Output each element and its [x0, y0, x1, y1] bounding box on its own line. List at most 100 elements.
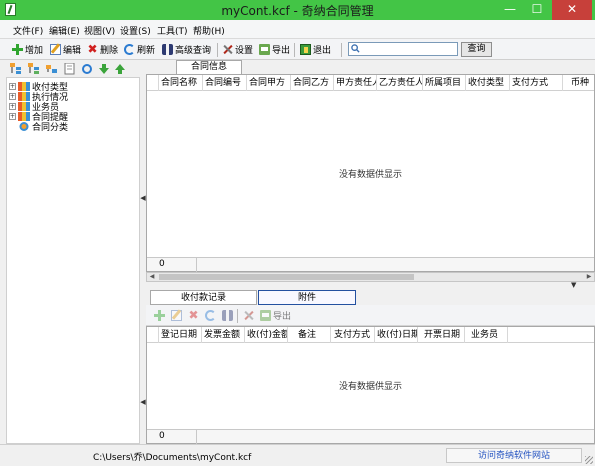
export-icon — [259, 44, 270, 55]
column-header[interactable]: 收(付)日期 — [375, 327, 418, 343]
column-header[interactable]: 发票金额 — [202, 327, 245, 343]
toolbar-separator — [237, 309, 238, 323]
settings-button[interactable]: 设置 — [222, 42, 253, 57]
tab-attachments[interactable]: 附件 — [258, 290, 356, 305]
column-header[interactable]: 收(付)金额 — [245, 327, 288, 343]
refresh-tree-icon[interactable] — [81, 63, 93, 75]
search-button[interactable]: 查询 — [461, 42, 492, 57]
edit-button[interactable]: 编辑 — [50, 42, 81, 57]
menu-help[interactable]: 帮助(H) — [193, 24, 225, 37]
edit-icon — [50, 44, 61, 55]
refresh-record-icon[interactable] — [205, 310, 216, 321]
settings-label: 设置 — [235, 46, 254, 56]
menu-edit[interactable]: 编辑(E) — [49, 24, 80, 37]
advanced-search-button[interactable]: 高级查询 — [162, 42, 211, 57]
column-header[interactable]: 登记日期 — [159, 327, 202, 343]
tree-item-category[interactable]: 合同分类 — [9, 121, 69, 133]
grid-header: 登记日期 发票金额 收(付)金额 备注 支付方式 收(付)日期 开票日期 业务员 — [147, 327, 594, 343]
column-header[interactable]: 支付方式 — [331, 327, 375, 343]
add-button[interactable]: 增加 — [12, 42, 43, 57]
delete-record-icon[interactable]: ✖ — [188, 309, 199, 321]
menu-settings[interactable]: 设置(S) — [120, 24, 151, 37]
collapse-down-icon[interactable]: ▼ — [571, 281, 576, 289]
menu-tools[interactable]: 工具(T) — [157, 24, 188, 37]
search-record-icon[interactable] — [222, 310, 233, 321]
minimize-button[interactable]: — — [497, 0, 523, 20]
scroll-left-icon[interactable]: ◀ — [147, 273, 157, 281]
tree-item-label: 合同分类 — [32, 122, 69, 133]
column-header[interactable]: 所属项目 — [423, 75, 466, 91]
toolbar-separator — [217, 43, 218, 57]
menu-view[interactable]: 视图(V) — [84, 24, 115, 37]
grid-header: 合同名称 合同编号 合同甲方 合同乙方 甲方责任人 乙方责任人 所属项目 收付类… — [147, 75, 594, 91]
tab-contract-info[interactable]: 合同信息 — [176, 60, 242, 74]
column-header[interactable]: 合同乙方 — [291, 75, 334, 91]
exit-button[interactable]: 退出 — [300, 42, 331, 57]
column-header[interactable]: 合同甲方 — [247, 75, 291, 91]
expand-all-icon[interactable] — [10, 63, 22, 75]
refresh-icon — [124, 44, 135, 55]
detail-toolbar: ✖ 导出 — [146, 305, 595, 326]
record-count: 0 — [147, 258, 197, 272]
edit-record-icon[interactable] — [171, 310, 182, 321]
plus-icon — [12, 44, 23, 55]
expand-icon[interactable]: + — [9, 102, 16, 110]
file-path: C:\Users\乔\Documents\myCont.kcf — [93, 453, 252, 463]
column-header[interactable]: 开票日期 — [418, 327, 465, 343]
close-button[interactable]: ✕ — [552, 0, 592, 20]
refresh-label: 刷新 — [137, 46, 156, 56]
export-record-label: 导出 — [273, 312, 292, 322]
visit-website-link[interactable]: 访问奇纳软件网站 — [446, 448, 582, 463]
resize-grip-icon[interactable] — [585, 456, 593, 464]
column-header[interactable]: 业务员 — [465, 327, 508, 343]
expand-icon[interactable]: + — [9, 82, 16, 90]
column-header[interactable]: 甲方责任人 — [334, 75, 377, 91]
export-record-button[interactable]: 导出 — [260, 308, 291, 323]
title-bar: myCont.kcf - 奇纳合同管理 — ☐ ✕ — [0, 0, 595, 20]
search-field[interactable] — [348, 42, 458, 56]
add-record-icon[interactable] — [154, 310, 165, 321]
scroll-thumb[interactable] — [159, 274, 414, 280]
category-icon — [19, 121, 29, 131]
exit-icon — [300, 44, 311, 55]
delete-button[interactable]: ✖ 删除 — [87, 42, 118, 57]
scroll-right-icon[interactable]: ▶ — [584, 273, 594, 281]
advanced-search-label: 高级查询 — [175, 46, 212, 56]
main-toolbar: 增加 编辑 ✖ 删除 刷新 高级查询 设置 导出 退出 — [0, 39, 595, 60]
column-header[interactable]: 支付方式 — [510, 75, 563, 91]
column-header[interactable]: 合同名称 — [159, 75, 203, 91]
column-header[interactable]: 币种 — [563, 75, 595, 91]
status-bar: C:\Users\乔\Documents\myCont.kcf 访问奇纳软件网站 — [0, 444, 595, 466]
expand-icon[interactable]: + — [9, 112, 16, 120]
delete-label: 删除 — [100, 46, 119, 56]
column-header[interactable]: 备注 — [288, 327, 331, 343]
export-label: 导出 — [272, 46, 291, 56]
main-tab-strip: 合同信息 — [146, 60, 595, 74]
column-header[interactable]: 收付类型 — [466, 75, 510, 91]
column-header[interactable]: 合同编号 — [203, 75, 247, 91]
tab-payment-records[interactable]: 收付款记录 — [150, 290, 257, 305]
horizontal-scrollbar[interactable]: ◀ ▶ — [146, 272, 595, 282]
binoculars-icon — [162, 44, 173, 55]
folder-icon — [18, 91, 30, 101]
empty-message: 没有数据供显示 — [338, 170, 402, 180]
settings-record-icon[interactable] — [243, 310, 254, 321]
menu-bar: 文件(F) 编辑(E) 视图(V) 设置(S) 工具(T) 帮助(H) — [0, 20, 595, 39]
menu-file[interactable]: 文件(F) — [13, 24, 43, 37]
export-button[interactable]: 导出 — [259, 42, 290, 57]
toolbar-separator — [294, 43, 295, 57]
refresh-button[interactable]: 刷新 — [124, 42, 155, 57]
column-header[interactable]: 乙方责任人 — [377, 75, 423, 91]
horizontal-splitter[interactable]: ▼ — [146, 281, 595, 290]
expand-icon[interactable]: + — [9, 92, 16, 100]
search-input[interactable] — [362, 43, 457, 55]
properties-icon[interactable] — [64, 63, 76, 75]
record-count: 0 — [147, 430, 197, 444]
toolbar-separator — [341, 43, 342, 57]
move-down-icon[interactable] — [98, 63, 110, 75]
grid-footer: 0 — [147, 257, 594, 272]
move-up-icon[interactable] — [114, 63, 126, 75]
maximize-button[interactable]: ☐ — [524, 0, 550, 20]
new-node-icon[interactable] — [46, 63, 58, 75]
collapse-all-icon[interactable] — [28, 63, 40, 75]
